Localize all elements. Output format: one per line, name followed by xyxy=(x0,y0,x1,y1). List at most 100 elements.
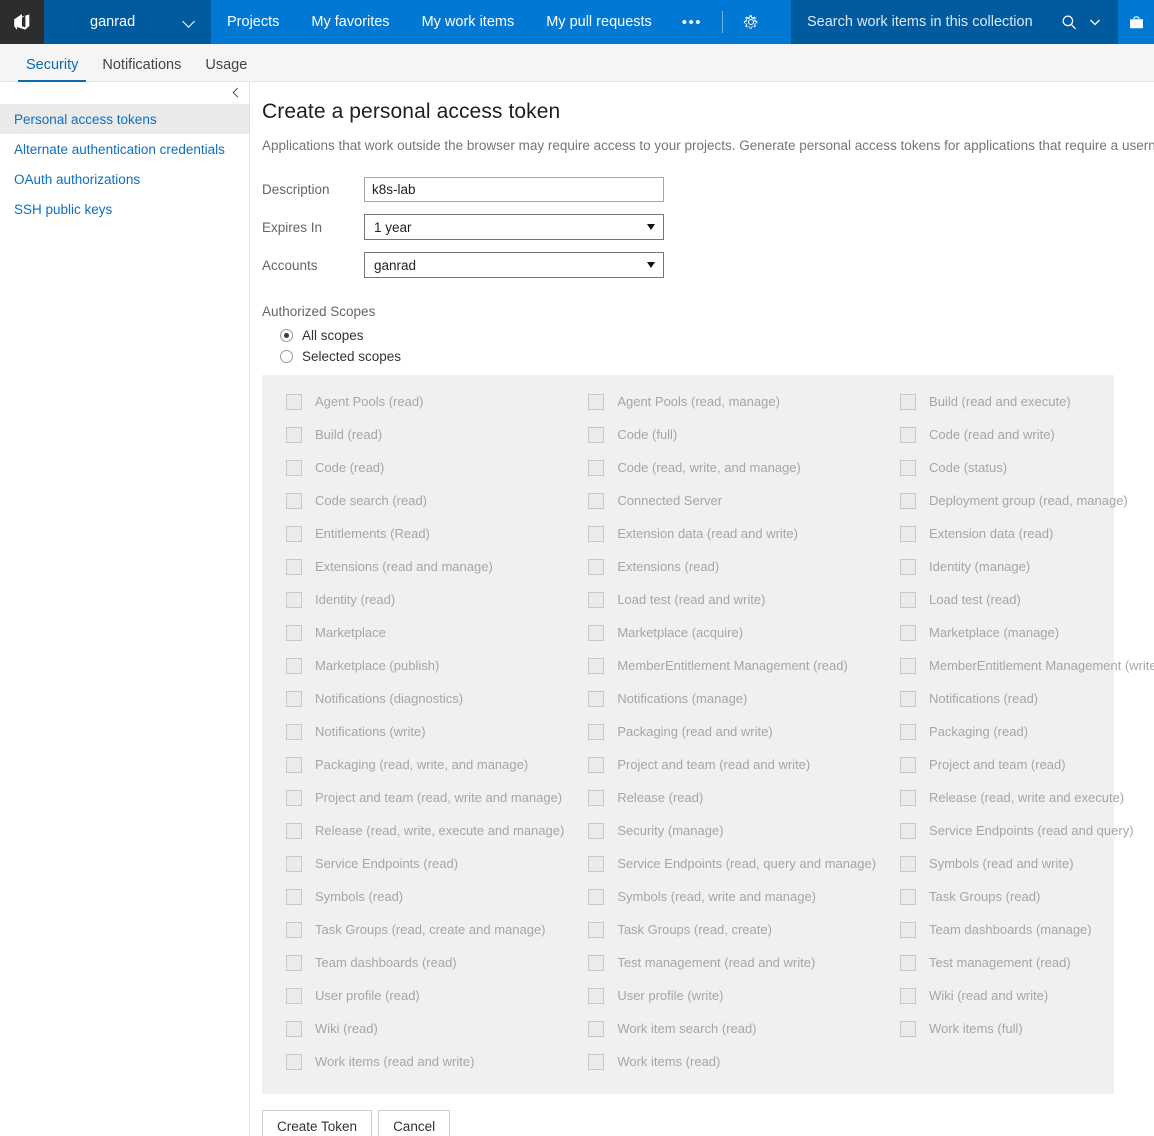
scope-item[interactable]: User profile (read) xyxy=(286,979,564,1012)
scope-item[interactable]: Notifications (write) xyxy=(286,715,564,748)
expires-in-select[interactable]: 1 year xyxy=(364,214,664,240)
scope-item[interactable]: Release (read, write, execute and manage… xyxy=(286,814,564,847)
nav-overflow-button[interactable]: ••• xyxy=(668,0,716,44)
scope-item[interactable]: Service Endpoints (read and query) xyxy=(900,814,1154,847)
scope-item[interactable]: Code (status) xyxy=(900,451,1154,484)
scope-checkbox[interactable] xyxy=(588,459,605,476)
scope-checkbox[interactable] xyxy=(588,1020,605,1037)
nav-item-my-favorites[interactable]: My favorites xyxy=(295,0,405,44)
scope-checkbox[interactable] xyxy=(588,525,605,542)
scope-item[interactable]: Task Groups (read) xyxy=(900,880,1154,913)
scope-checkbox[interactable] xyxy=(900,756,917,773)
scope-checkbox[interactable] xyxy=(286,756,302,773)
scope-item[interactable]: Notifications (diagnostics) xyxy=(286,682,564,715)
scope-item[interactable]: Extensions (read and manage) xyxy=(286,550,564,583)
scope-item[interactable]: Task Groups (read, create) xyxy=(588,913,876,946)
scope-item[interactable]: Notifications (manage) xyxy=(588,682,876,715)
sidebar-item-alternate-authentication-credentials[interactable]: Alternate authentication credentials xyxy=(0,134,249,164)
radio-selected-scopes-control[interactable] xyxy=(280,350,293,363)
scope-checkbox[interactable] xyxy=(900,690,917,707)
scope-checkbox[interactable] xyxy=(900,789,917,806)
scope-item[interactable]: Release (read, write and execute) xyxy=(900,781,1154,814)
scope-checkbox[interactable] xyxy=(900,921,917,938)
scope-checkbox[interactable] xyxy=(588,591,605,608)
scope-item[interactable]: Entitlements (Read) xyxy=(286,517,564,550)
radio-all-scopes[interactable]: All scopes xyxy=(280,328,1154,343)
scope-checkbox[interactable] xyxy=(286,624,302,641)
create-token-button[interactable]: Create Token xyxy=(262,1110,373,1136)
scope-item[interactable]: Service Endpoints (read, query and manag… xyxy=(588,847,876,880)
scope-checkbox[interactable] xyxy=(588,954,605,971)
scope-item[interactable]: Team dashboards (read) xyxy=(286,946,564,979)
scope-item[interactable]: Work items (read) xyxy=(588,1045,876,1078)
scope-checkbox[interactable] xyxy=(286,855,302,872)
tab-security[interactable]: Security xyxy=(14,57,90,82)
scope-checkbox[interactable] xyxy=(588,624,605,641)
settings-button[interactable] xyxy=(729,0,773,44)
scope-checkbox[interactable] xyxy=(900,987,917,1004)
scope-item[interactable]: Identity (read) xyxy=(286,583,564,616)
scope-item[interactable]: Work items (full) xyxy=(900,1012,1154,1045)
scope-item[interactable]: Extension data (read and write) xyxy=(588,517,876,550)
scope-item[interactable]: Extension data (read) xyxy=(900,517,1154,550)
scope-checkbox[interactable] xyxy=(900,624,917,641)
scope-item[interactable]: Marketplace (manage) xyxy=(900,616,1154,649)
search-input[interactable]: Search work items in this collection xyxy=(807,14,1056,30)
scope-item[interactable]: Extensions (read) xyxy=(588,550,876,583)
scope-checkbox[interactable] xyxy=(588,723,605,740)
scope-item[interactable]: Build (read and execute) xyxy=(900,385,1154,418)
scope-item[interactable]: Identity (manage) xyxy=(900,550,1154,583)
scope-checkbox[interactable] xyxy=(588,1053,605,1070)
scope-checkbox[interactable] xyxy=(286,822,302,839)
scope-item[interactable]: Service Endpoints (read) xyxy=(286,847,564,880)
scope-item[interactable]: Load test (read and write) xyxy=(588,583,876,616)
scope-checkbox[interactable] xyxy=(286,591,302,608)
description-input[interactable] xyxy=(364,177,664,202)
scope-checkbox[interactable] xyxy=(588,657,605,674)
marketplace-button[interactable] xyxy=(1118,0,1154,44)
scope-item[interactable]: Test management (read) xyxy=(900,946,1154,979)
scope-item[interactable]: Team dashboards (manage) xyxy=(900,913,1154,946)
scope-item[interactable]: Work items (read and write) xyxy=(286,1045,564,1078)
search-box[interactable]: Search work items in this collection xyxy=(791,0,1118,44)
scope-item[interactable]: Agent Pools (read) xyxy=(286,385,564,418)
scope-item[interactable]: Marketplace (acquire) xyxy=(588,616,876,649)
scope-checkbox[interactable] xyxy=(900,426,917,443)
scope-item[interactable]: Symbols (read) xyxy=(286,880,564,913)
scope-item[interactable]: Symbols (read and write) xyxy=(900,847,1154,880)
search-scope-chevron-down-icon[interactable] xyxy=(1082,15,1108,29)
scope-item[interactable]: User profile (write) xyxy=(588,979,876,1012)
scope-checkbox[interactable] xyxy=(588,789,605,806)
scope-item[interactable]: Wiki (read and write) xyxy=(900,979,1154,1012)
scope-checkbox[interactable] xyxy=(286,987,302,1004)
scope-item[interactable]: Project and team (read, write and manage… xyxy=(286,781,564,814)
scope-item[interactable]: MemberEntitlement Management (write) xyxy=(900,649,1154,682)
nav-item-my-pull-requests[interactable]: My pull requests xyxy=(530,0,668,44)
scope-checkbox[interactable] xyxy=(286,888,302,905)
scope-checkbox[interactable] xyxy=(588,393,605,410)
scope-checkbox[interactable] xyxy=(286,723,302,740)
scope-checkbox[interactable] xyxy=(900,393,917,410)
scope-item[interactable]: Connected Server xyxy=(588,484,876,517)
scope-checkbox[interactable] xyxy=(286,426,302,443)
scope-item[interactable]: Code (read, write, and manage) xyxy=(588,451,876,484)
scope-item[interactable]: Packaging (read and write) xyxy=(588,715,876,748)
sidebar-item-ssh-public-keys[interactable]: SSH public keys xyxy=(0,194,249,224)
scope-checkbox[interactable] xyxy=(286,1053,302,1070)
scope-checkbox[interactable] xyxy=(900,855,917,872)
nav-item-my-work-items[interactable]: My work items xyxy=(406,0,531,44)
scope-checkbox[interactable] xyxy=(588,558,605,575)
scope-item[interactable]: Wiki (read) xyxy=(286,1012,564,1045)
chevron-left-icon[interactable] xyxy=(232,89,241,98)
radio-selected-scopes[interactable]: Selected scopes xyxy=(280,349,1154,364)
scope-item[interactable]: Project and team (read and write) xyxy=(588,748,876,781)
scope-checkbox[interactable] xyxy=(900,954,917,971)
scope-item[interactable]: Task Groups (read, create and manage) xyxy=(286,913,564,946)
scope-item[interactable]: Symbols (read, write and manage) xyxy=(588,880,876,913)
scope-checkbox[interactable] xyxy=(588,690,605,707)
scope-checkbox[interactable] xyxy=(588,987,605,1004)
scope-checkbox[interactable] xyxy=(900,822,917,839)
scope-checkbox[interactable] xyxy=(286,393,302,410)
scope-item[interactable]: Packaging (read) xyxy=(900,715,1154,748)
scope-checkbox[interactable] xyxy=(286,525,302,542)
